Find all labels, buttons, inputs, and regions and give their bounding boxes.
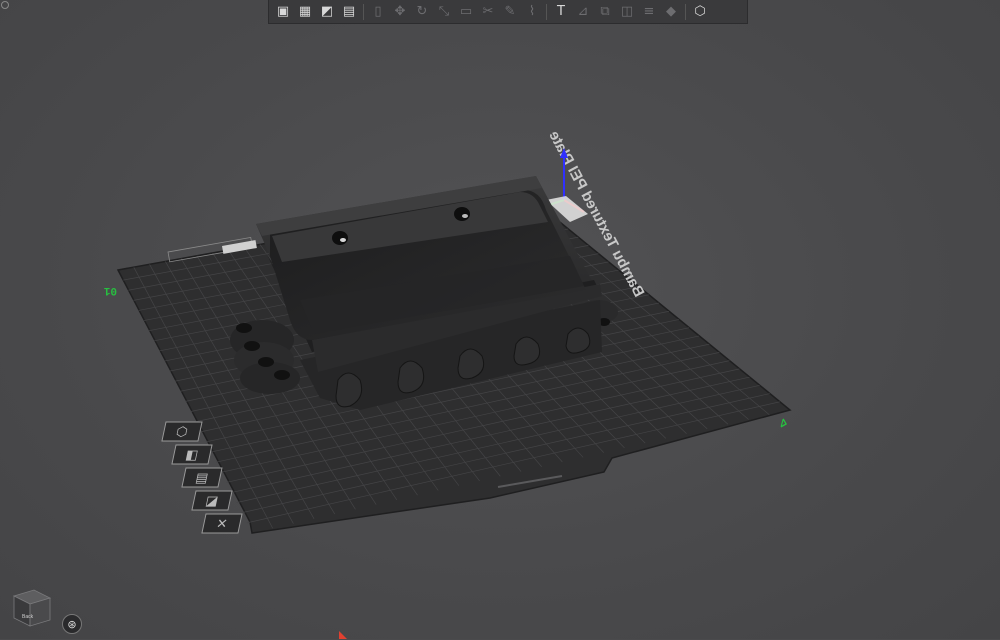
scale-icon[interactable]: ⤡ [434, 2, 454, 22]
delete-plate-icon[interactable]: ✕ [201, 513, 243, 534]
measure-icon[interactable]: ⊿ [573, 2, 593, 22]
plate-corner-mark: ⊿ [776, 416, 790, 431]
split-icon[interactable]: ▯ [368, 2, 388, 22]
3d-viewport[interactable]: Bambu Textured PEI Plate 01 ⊿ ⬡ ◧ ▤ ◪ ✕ … [0, 0, 1000, 639]
fill-plate-icon[interactable]: ◧ [171, 444, 213, 465]
seam-icon[interactable]: ⌇ [522, 2, 542, 22]
plate-number-label: 01 [103, 284, 117, 296]
view-cube[interactable]: Back [8, 584, 54, 630]
support-paint-icon[interactable]: ✎ [500, 2, 520, 22]
settings-dot-icon[interactable] [1, 1, 9, 9]
color-paint-icon[interactable]: ◆ [661, 2, 681, 22]
cut-icon[interactable]: ✂ [478, 2, 498, 22]
zoom-fit-icon[interactable]: ⊛ [62, 614, 82, 634]
lay-flat-icon[interactable]: ▭ [456, 2, 476, 22]
add-object-icon[interactable]: ▣ [273, 2, 293, 22]
top-toolbar: ▣ ▦ ◩ ▤ ▯ ✥ ↻ ⤡ ▭ ✂ ✎ ⌇ T ⊿ ⧉ ◫ ≡ ◆ ⬡ [268, 0, 748, 24]
move-icon[interactable]: ✥ [390, 2, 410, 22]
boolean-icon[interactable]: ◫ [617, 2, 637, 22]
arrange-plate-icon[interactable]: ▤ [181, 467, 223, 488]
toolbar-separator [363, 3, 364, 20]
build-scene[interactable]: Bambu Textured PEI Plate 01 ⊿ ⬡◧▤◪✕ [0, 0, 1000, 639]
toolbar-separator [546, 3, 547, 20]
rotate-icon[interactable]: ↻ [412, 2, 432, 22]
auto-orient-plate-icon[interactable]: ◪ [191, 490, 233, 511]
layout-icon[interactable]: ▤ [339, 2, 359, 22]
view-cube-face-label: Back [22, 614, 34, 620]
plate-settings-icon[interactable]: ⬡ [161, 421, 203, 442]
arrange-grid-icon[interactable]: ▦ [295, 2, 315, 22]
view-3d-icon[interactable]: ⬡ [690, 2, 710, 22]
orient-icon[interactable]: ◩ [317, 2, 337, 22]
toolbar-separator [685, 3, 686, 20]
variable-layer-icon[interactable]: ≡ [639, 2, 659, 22]
text-tool-icon[interactable]: T [551, 2, 571, 22]
assembly-icon[interactable]: ⧉ [595, 2, 615, 22]
